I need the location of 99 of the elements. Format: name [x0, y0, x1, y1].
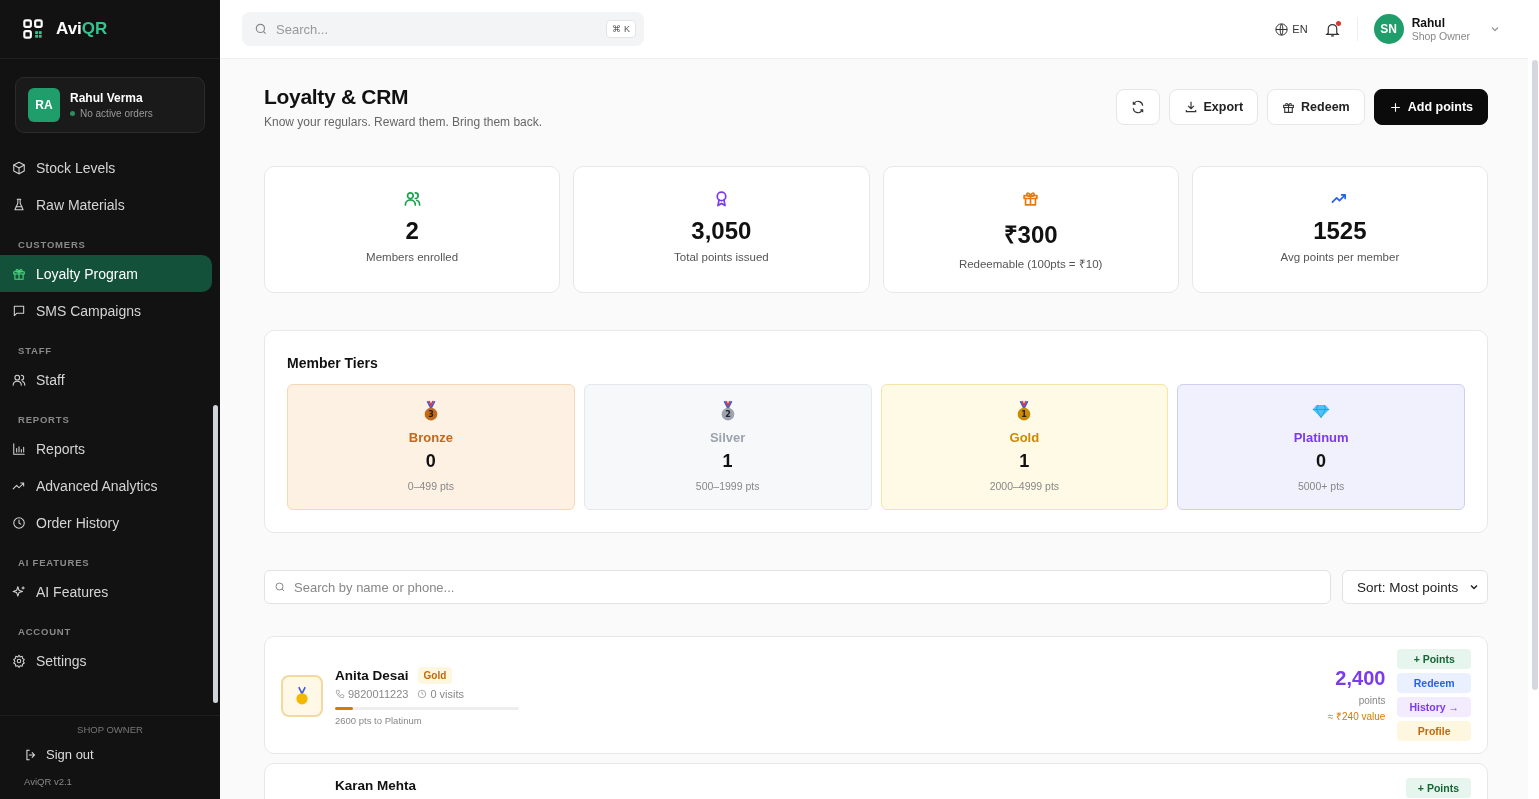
logo-icon: [20, 16, 46, 42]
chevron-down-icon: [1469, 582, 1479, 592]
export-button[interactable]: Export: [1168, 89, 1259, 125]
clock-icon: [417, 688, 428, 699]
sidebar-section-label: ACCOUNT: [17, 625, 73, 639]
history-button[interactable]: History →: [1397, 697, 1471, 717]
box-icon: [12, 160, 26, 175]
points-worth: ≈ ₹240 value: [1327, 710, 1386, 723]
stat-label: Total points issued: [674, 251, 769, 263]
stat-label: Members enrolled: [366, 251, 459, 263]
progress-label: 2600 pts to Platinum: [335, 714, 423, 726]
sidebar-section-label: CUSTOMERS: [17, 238, 87, 252]
refresh-icon: [1130, 100, 1145, 114]
notification-button[interactable]: [1323, 20, 1341, 38]
sign-out-link[interactable]: Sign out: [0, 747, 220, 762]
chevron-down-icon: [1490, 24, 1500, 34]
member-name: Anita Desai: [335, 667, 409, 683]
tier-name: Gold: [1009, 430, 1040, 445]
sidebar-section-label: AI FEATURES: [17, 556, 91, 570]
sidebar-item[interactable]: Stock Levels: [0, 149, 212, 186]
points-value: 2,400: [1335, 667, 1386, 690]
tier-badge: Gold: [417, 666, 453, 684]
tier-range: 0–499 pts: [407, 480, 454, 492]
status-dot-icon: [70, 111, 75, 116]
sidebar-section-label: STAFF: [17, 344, 53, 358]
member-search-field[interactable]: Search by name or phone...: [264, 570, 1331, 604]
role-label: SHOP OWNER: [76, 724, 144, 735]
sidebar-item[interactable]: SMS Campaigns: [0, 292, 212, 329]
panel-title: Member Tiers: [287, 355, 379, 371]
member-visits: 0 visits: [430, 687, 464, 700]
user-name: Rahul Verma: [70, 91, 144, 105]
gift-icon: [12, 266, 26, 281]
user-role: Shop Owner: [1411, 30, 1470, 42]
sidebar-item[interactable]: Staff: [0, 361, 212, 398]
page-title: Loyalty & CRM: [264, 85, 410, 109]
brand-name: AviQR: [56, 19, 108, 39]
tier-count: 0: [425, 451, 436, 472]
scrollbar[interactable]: [1532, 60, 1538, 690]
refresh-button[interactable]: [1115, 89, 1160, 125]
tier-range: 5000+ pts: [1297, 480, 1345, 492]
sidebar-item[interactable]: Reports: [0, 430, 212, 467]
tier-count: 1: [722, 451, 733, 472]
gear-icon: [12, 653, 26, 668]
user-menu[interactable]: SN Rahul Shop Owner: [1373, 14, 1500, 44]
phone-icon: [335, 688, 345, 699]
scrollbar[interactable]: [213, 405, 218, 703]
search-icon: [274, 581, 286, 593]
profile-button[interactable]: Profile: [1397, 721, 1471, 741]
search-icon: [254, 22, 268, 36]
tier-count: 0: [1316, 451, 1327, 472]
sidebar-item[interactable]: AI Features: [0, 573, 212, 610]
globe-icon: [1274, 21, 1290, 37]
version-label: AviQR v2.1: [23, 775, 73, 787]
sidebar-item[interactable]: Advanced Analytics: [0, 467, 212, 504]
points-label: points: [1358, 695, 1386, 706]
add-points-button[interactable]: Add points: [1373, 89, 1488, 125]
user-name: Rahul: [1411, 16, 1446, 30]
member-name: Karan Mehta: [335, 778, 417, 793]
stat-value: 2: [405, 217, 419, 245]
redeem-button[interactable]: Redeem: [1267, 89, 1365, 125]
page-subtitle: Know your regulars. Reward them. Bring them back.: [264, 115, 543, 129]
shortcut-hint: ⌘ K: [606, 20, 636, 38]
user-avatar: SN: [1373, 14, 1404, 44]
user-card[interactable]: RA Rahul Verma No active orders: [15, 77, 205, 133]
users-icon: [12, 372, 26, 387]
tier-count: 1: [1019, 451, 1030, 472]
flask-icon: [12, 197, 26, 212]
chat-icon: [12, 303, 26, 318]
plus-icon: [1388, 100, 1402, 114]
tier-name: Bronze: [408, 430, 453, 445]
sign-out-icon: [24, 747, 38, 762]
stat-value: 1525: [1313, 217, 1367, 245]
clock-icon: [12, 515, 26, 530]
add-points-button[interactable]: + Points: [1405, 778, 1471, 798]
language-button[interactable]: EN: [1274, 21, 1308, 37]
sort-dropdown[interactable]: Sort: Most points: [1342, 570, 1488, 604]
tier-name: Platinum: [1293, 430, 1349, 445]
tier-range: 2000–4999 pts: [989, 480, 1060, 492]
sidebar-item[interactable]: Settings: [0, 642, 212, 679]
add-points-button[interactable]: + Points: [1397, 649, 1471, 669]
sidebar-item[interactable]: Loyalty Program: [0, 255, 212, 292]
stat-label: Redeemable (100pts = ₹10): [958, 257, 1103, 271]
medal-icon: [294, 686, 310, 706]
gift-icon: [1282, 100, 1296, 114]
sidebar-item[interactable]: Order History: [0, 504, 212, 541]
sidebar-section-label: REPORTS: [17, 413, 71, 427]
stat-label: Avg points per member: [1280, 251, 1400, 263]
download-icon: [1183, 100, 1198, 114]
redeem-button[interactable]: Redeem: [1397, 673, 1471, 693]
stat-value: ₹300: [1003, 220, 1058, 250]
bars-icon: [12, 441, 26, 456]
member-phone: 9820011223: [348, 687, 409, 700]
user-avatar: RA: [28, 88, 60, 122]
sidebar-item[interactable]: Raw Materials: [0, 186, 212, 223]
spark-icon: [12, 584, 26, 599]
stat-value: 3,050: [691, 217, 752, 245]
tier-name: Silver: [709, 430, 746, 445]
user-status: No active orders: [80, 108, 153, 119]
tier-range: 500–1999 pts: [695, 480, 760, 492]
